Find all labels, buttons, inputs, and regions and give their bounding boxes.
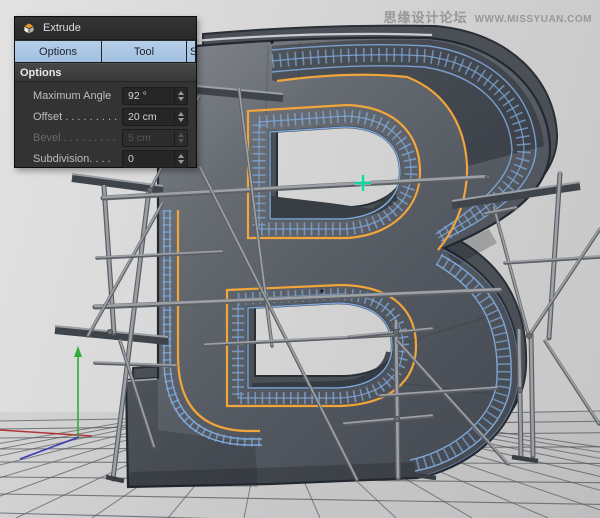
- field-row-bevel: Bevel . . . . . . . . . 5 cm: [15, 127, 196, 148]
- tab-snapping[interactable]: Sn: [187, 41, 196, 62]
- extrude-attributes-panel[interactable]: Extrude Options Tool Sn Options Maximum …: [14, 16, 197, 168]
- subdivision-stepper[interactable]: [174, 151, 187, 167]
- panel-tabs: Options Tool Sn: [15, 40, 196, 63]
- scaffold-joint: [517, 387, 522, 392]
- scaffold-pole: [549, 173, 560, 338]
- field-row-offset: Offset . . . . . . . . . 20 cm: [15, 106, 196, 127]
- field-label: Maximum Angle: [33, 90, 111, 102]
- tab-tool[interactable]: Tool: [102, 41, 187, 62]
- field-label: Offset . . . . . . . . .: [33, 111, 117, 123]
- scaffold-joint: [526, 333, 531, 338]
- options-section-header[interactable]: Options: [15, 63, 196, 82]
- scaffold-pole: [104, 186, 114, 333]
- offset-input[interactable]: 20 cm: [122, 108, 188, 126]
- scaffold-pole: [529, 228, 600, 336]
- field-row-subdivision: Subdivision. . . . 0: [15, 148, 196, 169]
- extrude-cube-icon: [22, 21, 36, 35]
- scaffold-pole: [396, 321, 398, 478]
- scaffold-pole: [519, 330, 521, 458]
- maximum-angle-stepper[interactable]: [174, 88, 187, 104]
- offset-stepper[interactable]: [174, 109, 187, 125]
- watermark-cn: 思缘设计论坛: [384, 7, 468, 26]
- maximum-angle-input[interactable]: 92 °: [122, 87, 188, 105]
- watermark-en: WWW.MISSYUAN.COM: [475, 14, 592, 25]
- bevel-stepper: [174, 130, 187, 146]
- bevel-input: 5 cm: [122, 129, 188, 147]
- field-label: Bevel . . . . . . . . .: [33, 132, 116, 144]
- watermark: 思缘设计论坛 WWW.MISSYUAN.COM: [384, 7, 592, 26]
- field-row-maximum-angle: Maximum Angle 92 °: [15, 85, 196, 106]
- subdivision-input[interactable]: 0: [122, 150, 188, 168]
- scaffold-joint: [485, 174, 490, 179]
- scaffold-joint: [393, 329, 398, 334]
- scaffold-pole: [88, 203, 162, 336]
- y-axis-arrowhead: [74, 346, 82, 357]
- tab-options[interactable]: Options: [15, 41, 102, 62]
- scaffold-joint: [147, 187, 152, 192]
- panel-title-bar[interactable]: Extrude: [15, 17, 196, 40]
- panel-fields: Maximum Angle 92 ° Offset . . . . . . . …: [15, 82, 196, 169]
- scaffold-pole: [531, 332, 533, 456]
- scaffold-joint: [107, 329, 112, 334]
- snap-cursor: [355, 175, 371, 191]
- viewport[interactable]: Extrude Options Tool Sn Options Maximum …: [0, 0, 600, 518]
- scaffold-joint: [394, 416, 399, 421]
- panel-title: Extrude: [43, 22, 81, 34]
- field-label: Subdivision. . . .: [33, 153, 111, 165]
